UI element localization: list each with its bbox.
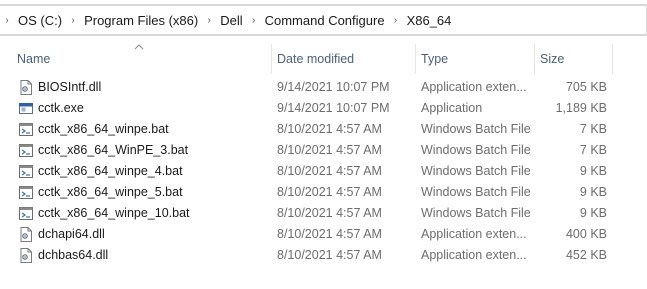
file-date: 8/10/2021 4:57 AM [277,227,382,241]
chevron-right-icon[interactable]: › [202,6,216,34]
file-name[interactable]: cctk_x86_64_winpe_4.bat [38,161,183,182]
file-row[interactable]: cctk_x86_64_winpe_4.bat 8/10/2021 4:57 A… [0,161,647,182]
file-row[interactable]: dchbas64.dll 8/10/2021 4:57 AM Applicati… [0,245,647,266]
file-size: 7 KB [579,143,607,157]
file-name[interactable]: BIOSIntf.dll [38,77,101,98]
file-size: 7 KB [579,122,607,136]
bat-file-icon [19,207,33,220]
file-name[interactable]: cctk_x86_64_winpe_10.bat [38,203,190,224]
chevron-right-icon[interactable]: › [0,6,14,34]
chevron-right-icon[interactable]: › [389,6,403,34]
file-date: 9/14/2021 10:07 PM [277,80,390,94]
file-date: 8/10/2021 4:57 AM [277,164,382,178]
file-name[interactable]: cctk_x86_64_winpe_5.bat [38,182,183,203]
file-type: Application exten... [421,248,527,262]
file-name[interactable]: cctk_x86_64_WinPE_3.bat [38,140,188,161]
file-row[interactable]: cctk_x86_64_winpe_10.bat 8/10/2021 4:57 … [0,203,647,224]
file-type: Windows Batch File [421,206,531,220]
column-header-size[interactable]: Size [535,44,613,74]
file-size: 400 KB [565,227,607,241]
file-type: Windows Batch File [421,122,531,136]
file-type: Windows Batch File [421,143,531,157]
file-name[interactable]: cctk.exe [38,98,84,119]
bat-file-icon [19,144,33,157]
file-size: 705 KB [565,80,607,94]
file-type: Windows Batch File [421,185,531,199]
bat-file-icon [19,186,33,199]
file-name[interactable]: cctk_x86_64_winpe.bat [38,119,169,140]
column-header-name[interactable]: Name [12,44,272,74]
dll-file-icon [20,248,32,263]
file-date: 8/10/2021 4:57 AM [277,248,382,262]
file-name[interactable]: dchapi64.dll [38,224,105,245]
file-date: 9/14/2021 10:07 PM [277,101,390,115]
file-row[interactable]: cctk.exe 9/14/2021 10:07 PM Application … [0,98,647,119]
file-type: Application exten... [421,80,527,94]
chevron-right-icon[interactable]: › [66,6,80,34]
breadcrumb-item-drive[interactable]: OS (C:) [14,6,66,34]
file-list: BIOSIntf.dll 9/14/2021 10:07 PM Applicat… [0,77,647,266]
file-row[interactable]: BIOSIntf.dll 9/14/2021 10:07 PM Applicat… [0,77,647,98]
file-date: 8/10/2021 4:57 AM [277,185,382,199]
chevron-right-icon[interactable]: › [247,6,261,34]
file-date: 8/10/2021 4:57 AM [277,143,382,157]
file-row[interactable]: cctk_x86_64_winpe_5.bat 8/10/2021 4:57 A… [0,182,647,203]
breadcrumb-item-dell[interactable]: Dell [216,6,246,34]
file-row[interactable]: cctk_x86_64_winpe.bat 8/10/2021 4:57 AM … [0,119,647,140]
file-type: Application exten... [421,227,527,241]
column-header-type[interactable]: Type [416,44,535,74]
file-size: 452 KB [565,248,607,262]
file-name[interactable]: dchbas64.dll [38,245,108,266]
file-size: 9 KB [579,185,607,199]
breadcrumb-item-x86-64[interactable]: X86_64 [403,6,456,34]
file-size: 9 KB [579,164,607,178]
file-size: 9 KB [579,206,607,220]
file-row[interactable]: dchapi64.dll 8/10/2021 4:57 AM Applicati… [0,224,647,245]
column-header-row: Name Date modified Type Size [0,44,647,74]
file-row[interactable]: cctk_x86_64_WinPE_3.bat 8/10/2021 4:57 A… [0,140,647,161]
address-bar[interactable]: › OS (C:) › Program Files (x86) › Dell ›… [0,4,647,36]
file-date: 8/10/2021 4:57 AM [277,206,382,220]
file-type: Windows Batch File [421,164,531,178]
dll-file-icon [20,80,32,95]
bat-file-icon [19,123,33,136]
exe-file-icon [19,103,33,114]
dll-file-icon [20,227,32,242]
breadcrumb-item-command-configure[interactable]: Command Configure [261,6,389,34]
file-date: 8/10/2021 4:57 AM [277,122,382,136]
breadcrumb[interactable]: › OS (C:) › Program Files (x86) › Dell ›… [0,5,647,35]
bat-file-icon [19,165,33,178]
column-header-date-modified[interactable]: Date modified [272,44,416,74]
file-size: 1,189 KB [555,101,607,115]
breadcrumb-item-program-files[interactable]: Program Files (x86) [80,6,202,34]
file-type: Application [421,101,483,115]
